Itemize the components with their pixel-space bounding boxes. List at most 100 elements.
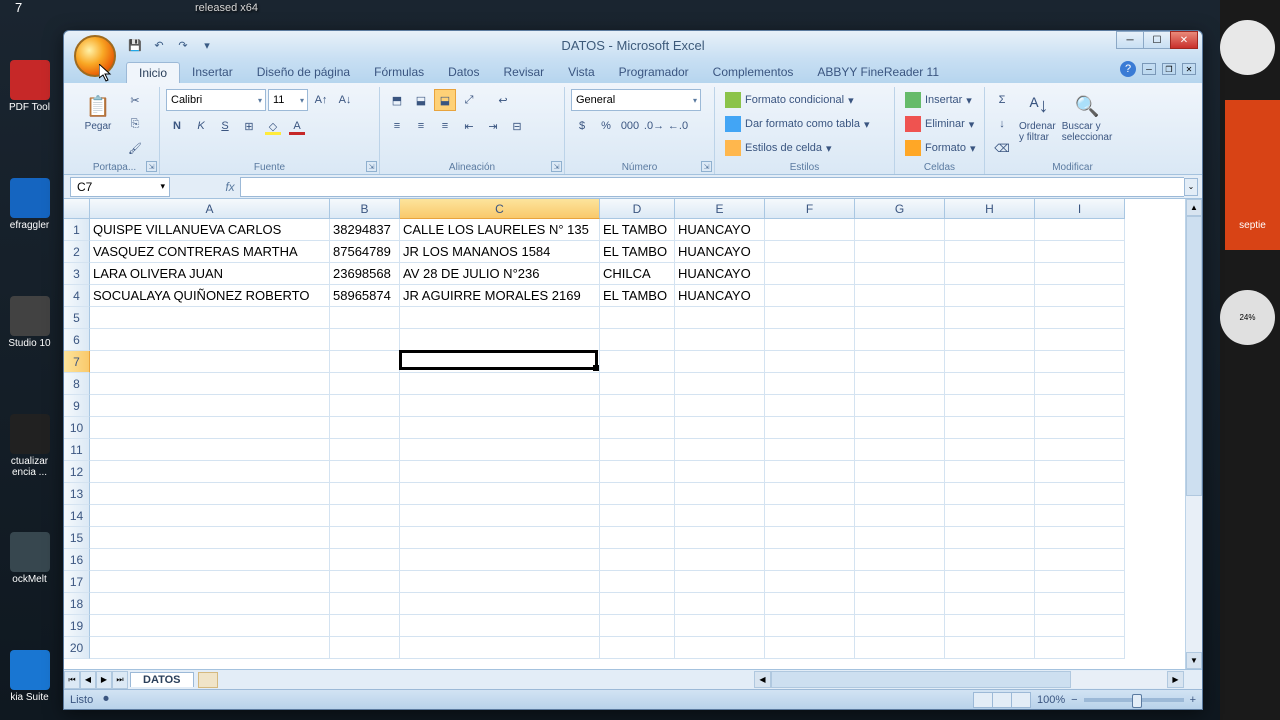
cell[interactable]	[675, 637, 765, 659]
cell[interactable]	[400, 395, 600, 417]
align-middle-icon[interactable]: ⬓	[410, 89, 432, 111]
cell[interactable]	[600, 593, 675, 615]
row-header[interactable]: 8	[64, 373, 90, 395]
page-layout-view-button[interactable]	[992, 692, 1012, 708]
save-icon[interactable]: 💾	[126, 36, 144, 54]
align-top-icon[interactable]: ⬒	[386, 89, 408, 111]
cell[interactable]	[945, 527, 1035, 549]
ribbon-tab[interactable]: Complementos	[701, 62, 806, 83]
orientation-icon[interactable]: ⤢	[458, 89, 480, 111]
cell[interactable]	[675, 615, 765, 637]
align-bottom-icon[interactable]: ⬓	[434, 89, 456, 111]
cell[interactable]: HUANCAYO	[675, 263, 765, 285]
cell[interactable]	[330, 593, 400, 615]
scroll-down-icon[interactable]: ▼	[1186, 652, 1202, 669]
merge-center-icon[interactable]: ⊟	[506, 115, 528, 137]
align-right-icon[interactable]: ≡	[434, 115, 456, 137]
formula-input[interactable]	[240, 177, 1184, 197]
ribbon-tab[interactable]: Fórmulas	[362, 62, 436, 83]
insert-cells-button[interactable]: Insertar ▾	[901, 89, 976, 111]
autosum-icon[interactable]: Σ	[991, 89, 1013, 111]
cell[interactable]	[765, 285, 855, 307]
cell[interactable]	[765, 307, 855, 329]
cell[interactable]	[765, 527, 855, 549]
cell[interactable]: JR LOS MANANOS 1584	[400, 241, 600, 263]
insert-sheet-icon[interactable]	[198, 672, 218, 688]
normal-view-button[interactable]	[973, 692, 993, 708]
cell[interactable]	[330, 417, 400, 439]
minimize-button[interactable]: ─	[1116, 31, 1144, 49]
cell[interactable]	[600, 307, 675, 329]
cell[interactable]	[1035, 219, 1125, 241]
cell[interactable]: HUANCAYO	[675, 285, 765, 307]
cell[interactable]	[1035, 593, 1125, 615]
cell[interactable]	[600, 505, 675, 527]
desktop-icon[interactable]: efraggler	[2, 178, 57, 231]
ribbon-tab[interactable]: Datos	[436, 62, 491, 83]
tab-nav-first-icon[interactable]: ⏮	[64, 671, 80, 689]
workbook-minimize-button[interactable]: ─	[1142, 63, 1156, 75]
copy-icon[interactable]: ⎘	[124, 113, 146, 135]
select-all-corner[interactable]	[64, 199, 90, 219]
cell[interactable]	[675, 307, 765, 329]
cell[interactable]	[600, 373, 675, 395]
cell[interactable]	[90, 439, 330, 461]
ribbon-tab[interactable]: Inicio	[126, 62, 180, 83]
sheet-grid[interactable]: ABCDEFGHI 1QUISPE VILLANUEVA CARLOS38294…	[64, 199, 1185, 669]
cell[interactable]	[400, 307, 600, 329]
cell[interactable]	[90, 373, 330, 395]
cell[interactable]	[765, 351, 855, 373]
sort-filter-button[interactable]: ᴬ↓ Ordenar y filtrar	[1017, 89, 1061, 145]
cell[interactable]	[600, 417, 675, 439]
zoom-level[interactable]: 100%	[1037, 694, 1065, 706]
cell[interactable]	[1035, 571, 1125, 593]
cell[interactable]	[330, 461, 400, 483]
scroll-up-icon[interactable]: ▲	[1186, 199, 1202, 216]
cell[interactable]	[945, 417, 1035, 439]
cell[interactable]	[1035, 263, 1125, 285]
cell[interactable]	[330, 483, 400, 505]
column-header[interactable]: F	[765, 199, 855, 219]
tab-nav-prev-icon[interactable]: ◀	[80, 671, 96, 689]
cell[interactable]	[765, 637, 855, 659]
cell[interactable]	[855, 505, 945, 527]
cell[interactable]: LARA OLIVERA JUAN	[90, 263, 330, 285]
scroll-left-icon[interactable]: ◀	[754, 671, 771, 688]
cell[interactable]	[945, 571, 1035, 593]
column-header[interactable]: B	[330, 199, 400, 219]
cell[interactable]	[400, 483, 600, 505]
cell[interactable]	[1035, 637, 1125, 659]
cell[interactable]	[90, 637, 330, 659]
row-header[interactable]: 16	[64, 549, 90, 571]
cell[interactable]: EL TAMBO	[600, 219, 675, 241]
dialog-launcher-icon[interactable]: ⇲	[146, 161, 157, 172]
cell[interactable]	[675, 417, 765, 439]
cell[interactable]	[765, 505, 855, 527]
row-header[interactable]: 17	[64, 571, 90, 593]
cell[interactable]	[855, 527, 945, 549]
cell[interactable]	[855, 241, 945, 263]
close-button[interactable]: ✕	[1170, 31, 1198, 49]
cell[interactable]	[330, 505, 400, 527]
cell[interactable]	[945, 505, 1035, 527]
row-header[interactable]: 19	[64, 615, 90, 637]
cell[interactable]	[765, 615, 855, 637]
calendar-widget[interactable]: septie	[1225, 100, 1280, 250]
expand-formula-bar-icon[interactable]: ⌄	[1184, 178, 1198, 196]
cell[interactable]	[90, 615, 330, 637]
maximize-button[interactable]: ☐	[1143, 31, 1171, 49]
cell[interactable]	[90, 351, 330, 373]
cell[interactable]	[90, 505, 330, 527]
cell[interactable]	[90, 329, 330, 351]
cell[interactable]	[945, 285, 1035, 307]
cell[interactable]	[855, 417, 945, 439]
cell[interactable]	[675, 329, 765, 351]
cell[interactable]	[1035, 417, 1125, 439]
currency-icon[interactable]: $	[571, 115, 593, 137]
row-header[interactable]: 13	[64, 483, 90, 505]
cell[interactable]	[1035, 549, 1125, 571]
cell[interactable]	[945, 241, 1035, 263]
cell[interactable]	[90, 593, 330, 615]
cell[interactable]	[600, 637, 675, 659]
cell[interactable]: SOCUALAYA QUIÑONEZ ROBERTO	[90, 285, 330, 307]
